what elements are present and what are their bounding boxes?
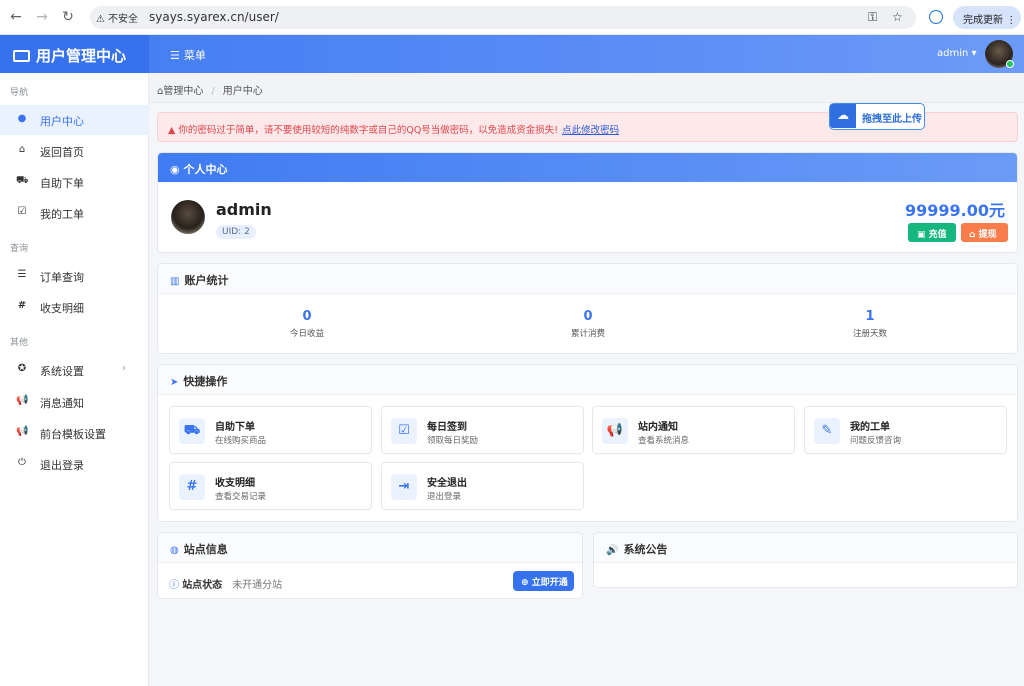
monitor-icon — [13, 50, 30, 62]
sidebar-section-nav: 导航 — [10, 88, 29, 98]
profile-icon[interactable] — [929, 10, 943, 24]
quick-action-checkin[interactable]: ☑ 每日签到 领取每日奖励 — [381, 406, 584, 454]
back-icon[interactable]: ← — [8, 9, 24, 25]
sidebar-item-order[interactable]: ⛟ 自助下单 — [0, 167, 149, 197]
site-info-header: ◍ 站点信息 — [158, 533, 582, 563]
site-status-row: ⓘ 站点状态 未开通分站 — [169, 580, 283, 591]
stat-today-income: 0 今日收益 — [289, 309, 324, 339]
quick-action-order[interactable]: ⛟ 自助下单 在线购买商品 — [169, 406, 372, 454]
app-header: 用户管理中心 ☰ 菜单 admin ▾ — [0, 35, 1024, 73]
profile-name: admin — [216, 200, 272, 219]
user-menu[interactable]: admin ▾ — [937, 48, 977, 59]
sidebar-item-logout[interactable]: ⏻ 退出登录 — [0, 449, 149, 479]
check-square-icon: ☑ — [17, 206, 27, 217]
caret-down-icon: ▾ — [971, 48, 977, 59]
hash-icon: # — [179, 474, 205, 500]
address-bar[interactable]: ⚠ 不安全 syays.syarex.cn/user/ ⚿ ☆ — [90, 6, 916, 29]
sidebar: 导航 ● 用户中心 ⌂ 返回首页 ⛟ 自助下单 ☑ 我的工单 查询 ☰ 订单查询 # 收支明… — [0, 73, 149, 686]
bullhorn-icon: 📢 — [602, 418, 628, 444]
stat-total-spend: 0 累计消费 — [570, 309, 605, 339]
breadcrumb: ⌂管理中心 / 用户中心 — [149, 73, 1024, 103]
warning-icon: ⚠ — [96, 14, 105, 25]
security-indicator[interactable]: ⚠ 不安全 — [96, 10, 138, 25]
money-icon: ▣ — [917, 230, 926, 240]
recharge-button[interactable]: ▣ 充值 — [908, 223, 956, 242]
brand[interactable]: 用户管理中心 — [0, 35, 149, 73]
sidebar-item-settings[interactable]: ✪ 系统设置 › — [0, 355, 149, 385]
cart-icon: ⛟ — [179, 418, 205, 444]
quick-action-notifications[interactable]: 📢 站内通知 查看系统消息 — [592, 406, 795, 454]
plus-circle-icon: ⊕ — [521, 578, 529, 588]
sidebar-item-user-center[interactable]: ● 用户中心 — [0, 105, 149, 135]
sidebar-item-home[interactable]: ⌂ 返回首页 — [0, 136, 149, 166]
site-info-card: ◍ 站点信息 ⓘ 站点状态 未开通分站 ⊕ 立即开通 — [157, 532, 583, 599]
sidebar-section-other: 其他 — [10, 338, 29, 348]
bar-chart-icon: ▥ — [170, 276, 180, 287]
sidebar-item-order-query[interactable]: ☰ 订单查询 — [0, 261, 149, 291]
bars-icon: ☰ — [170, 49, 180, 62]
menu-toggle-button[interactable]: ☰ 菜单 — [170, 47, 206, 63]
forward-icon[interactable]: → — [34, 9, 50, 25]
personal-center-card: ◉ 个人中心 admin UID: 2 99999.00元 ▣ 充值 ⌂ 提现 — [157, 152, 1018, 253]
user-circle-icon: ◉ — [170, 163, 180, 176]
system-notice-header: 🔊 系统公告 — [594, 533, 1017, 563]
personal-center-header: ◉ 个人中心 — [158, 153, 1017, 182]
uid-badge: UID: 2 — [216, 225, 256, 239]
drag-upload-badge[interactable]: ☁ 拖拽至此上传 — [829, 103, 925, 130]
balance-amount: 99999.00元 — [904, 201, 1005, 220]
quick-action-tickets[interactable]: ✎ 我的工单 问题反馈咨询 — [804, 406, 1007, 454]
star-icon[interactable]: ☆ — [892, 10, 903, 24]
sidebar-item-tickets[interactable]: ☑ 我的工单 — [0, 198, 149, 228]
breadcrumb-home[interactable]: 管理中心 — [163, 86, 203, 97]
breadcrumb-separator: / — [211, 86, 215, 97]
sidebar-section-query: 查询 — [10, 244, 29, 254]
withdraw-button[interactable]: ⌂ 提现 — [961, 223, 1008, 242]
sidebar-item-template-settings[interactable]: 📢 前台模板设置 — [0, 418, 149, 448]
chevron-right-icon: › — [122, 363, 126, 374]
reload-icon[interactable]: ↻ — [60, 9, 76, 25]
url-text[interactable]: syays.syarex.cn/user/ — [149, 10, 279, 24]
profile-avatar — [171, 200, 205, 234]
sidebar-item-notifications[interactable]: 📢 消息通知 — [0, 387, 149, 417]
rocket-icon: ➤ — [170, 377, 179, 388]
cart-icon: ⛟ — [16, 175, 29, 186]
quick-action-logout[interactable]: ⇥ 安全退出 退出登录 — [381, 462, 584, 510]
online-status-icon — [1006, 60, 1014, 68]
system-notice-card: 🔊 系统公告 — [593, 532, 1018, 588]
check-square-icon: ☑ — [391, 418, 417, 444]
browser-toolbar: ← → ↻ ⚠ 不安全 syays.syarex.cn/user/ ⚿ ☆ 完成更… — [0, 0, 1024, 35]
stat-registered-days: 1 注册天数 — [852, 309, 887, 339]
warning-icon: ▲ — [168, 125, 176, 136]
sidebar-item-transactions[interactable]: # 收支明细 — [0, 292, 149, 322]
bank-icon: ⌂ — [969, 230, 976, 240]
info-icon: ⓘ — [169, 580, 179, 591]
breadcrumb-current: 用户中心 — [222, 86, 263, 97]
rebel-icon: ✪ — [17, 363, 27, 374]
cloud-icon: ☁ — [830, 104, 856, 128]
volume-icon: 🔊 — [606, 545, 619, 556]
home-icon: ⌂ — [18, 144, 26, 155]
hash-icon: # — [17, 300, 27, 311]
account-stats-header: ▥ 账户统计 — [158, 264, 1017, 294]
bullhorn-icon: 📢 — [16, 426, 29, 437]
edit-square-icon: ✎ — [814, 418, 840, 444]
user-icon: ● — [17, 113, 27, 124]
globe-icon: ◍ — [170, 545, 179, 556]
quick-actions-header: ➤ 快捷操作 — [158, 365, 1017, 395]
key-icon[interactable]: ⚿ — [868, 10, 877, 25]
update-button[interactable]: 完成更新 ⋮ — [953, 6, 1021, 29]
change-password-link[interactable]: 点此修改密码 — [562, 125, 619, 136]
open-substation-button[interactable]: ⊕ 立即开通 — [513, 571, 574, 591]
power-icon: ⏻ — [18, 457, 26, 468]
bullhorn-icon: 📢 — [16, 395, 29, 406]
account-stats-card: ▥ 账户统计 0 今日收益 0 累计消费 1 注册天数 — [157, 263, 1018, 354]
quick-actions-card: ➤ 快捷操作 ⛟ 自助下单 在线购买商品 ☑ 每日签到 领取每日奖励 📢 站内通知 查看系统消… — [157, 364, 1018, 522]
more-icon: ⋮ — [1006, 15, 1017, 26]
quick-action-transactions[interactable]: # 收支明细 查看交易记录 — [169, 462, 372, 510]
sign-out-icon: ⇥ — [391, 474, 417, 500]
list-icon: ☰ — [17, 269, 27, 280]
